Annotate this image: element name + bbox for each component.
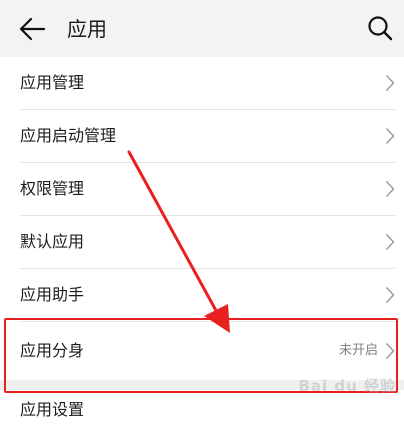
arrow-left-icon	[19, 17, 46, 41]
chevron-right-icon	[385, 343, 395, 359]
item-label: 默认应用	[20, 232, 85, 251]
chevron-right-icon	[385, 75, 395, 91]
item-label: 应用启动管理	[20, 126, 117, 145]
list-item-app-management[interactable]: 应用管理	[0, 57, 404, 110]
watermark: Bai du 经验	[298, 377, 396, 395]
list-item-app-twin[interactable]: 应用分身 未开启	[0, 322, 404, 380]
page-title: 应用	[67, 17, 107, 41]
list-item-permission-management[interactable]: 权限管理	[0, 163, 404, 216]
list-item-app-assistant[interactable]: 应用助手	[0, 269, 404, 322]
chevron-right-icon	[385, 128, 395, 144]
list-item-app-launch-management[interactable]: 应用启动管理	[0, 110, 404, 163]
item-label: 应用分身	[20, 341, 85, 360]
status-value: 未开启	[338, 343, 378, 358]
back-button[interactable]	[18, 16, 46, 42]
search-button[interactable]	[366, 14, 394, 42]
list-item-default-apps[interactable]: 默认应用	[0, 216, 404, 269]
item-label: 应用设置	[20, 400, 85, 419]
chevron-right-icon	[385, 287, 395, 303]
list-item-app-settings[interactable]: 应用设置	[0, 390, 404, 443]
item-label: 权限管理	[20, 179, 85, 198]
app-bar: 应用	[0, 0, 404, 57]
chevron-right-icon	[385, 181, 395, 197]
item-label: 应用管理	[20, 73, 85, 92]
item-label: 应用助手	[20, 285, 85, 304]
search-icon	[368, 16, 393, 41]
chevron-right-icon	[385, 234, 395, 250]
